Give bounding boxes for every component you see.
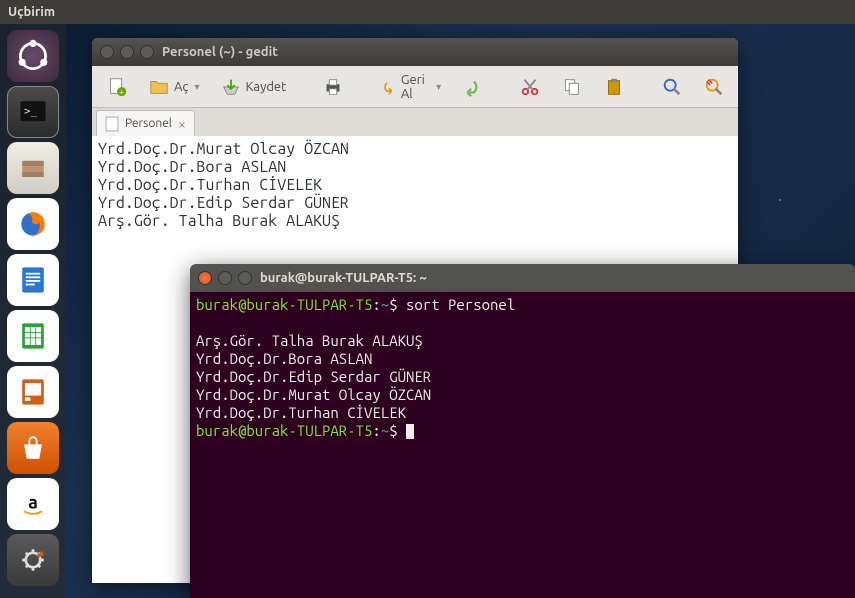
terminal-content[interactable]: burak@burak-TULPAR-T5:~$ sort Personel A… <box>190 292 855 598</box>
open-label: Aç <box>174 80 188 94</box>
svg-text:>_: >_ <box>24 105 37 118</box>
impress-icon <box>15 374 51 410</box>
window-maximize-button[interactable] <box>140 45 154 59</box>
window-buttons <box>100 45 154 59</box>
tab-label: Personel <box>125 117 172 130</box>
window-maximize-button[interactable] <box>238 271 252 285</box>
terminal-output-line: Yrd.Doç.Dr.Bora ASLAN <box>196 350 372 367</box>
window-close-button[interactable] <box>100 45 114 59</box>
launcher-item-calc[interactable] <box>7 310 59 362</box>
new-document-icon: + <box>106 76 128 98</box>
launcher-item-writer[interactable] <box>7 254 59 306</box>
gedit-line: Yrd.Doç.Dr.Edip Serdar GÜNER <box>98 194 349 212</box>
save-label: Kaydet <box>246 80 287 94</box>
launcher-item-firefox[interactable] <box>7 198 59 250</box>
terminal-output-line: Yrd.Doç.Dr.Edip Serdar GÜNER <box>196 368 431 385</box>
search-icon <box>661 76 683 98</box>
print-icon <box>322 76 344 98</box>
save-icon <box>220 76 242 98</box>
copy-icon <box>561 76 583 98</box>
prompt-end: $ <box>389 296 406 313</box>
paste-icon <box>603 76 625 98</box>
terminal-command: sort Personel <box>406 296 515 313</box>
terminal-output-line: Arş.Gör. Talha Burak ALAKUŞ <box>196 332 423 349</box>
find-replace-button[interactable] <box>697 72 731 102</box>
window-buttons <box>198 271 252 285</box>
window-close-button[interactable] <box>198 271 212 285</box>
gedit-line: Yrd.Doç.Dr.Bora ASLAN <box>98 158 286 176</box>
document-icon <box>105 116 119 132</box>
launcher-item-impress[interactable] <box>7 366 59 418</box>
window-minimize-button[interactable] <box>120 45 134 59</box>
gedit-toolbar: + Aç ▾ Kaydet Geri Al ▾ <box>92 66 738 108</box>
scissors-icon <box>519 76 541 98</box>
terminal-icon: >_ <box>15 94 51 130</box>
launcher-item-files[interactable] <box>7 142 59 194</box>
top-panel: Uçbirim <box>0 0 855 24</box>
gedit-line: Arş.Gör. Talha Burak ALAKUŞ <box>98 212 340 230</box>
open-button[interactable]: Aç ▾ <box>142 72 206 102</box>
prompt-path: ~ <box>381 422 389 439</box>
prompt-user-host: burak@burak-TULPAR-T5 <box>196 296 372 313</box>
undo-icon <box>380 76 397 98</box>
cut-button[interactable] <box>513 72 547 102</box>
save-button[interactable]: Kaydet <box>214 72 293 102</box>
settings-icon <box>15 542 51 578</box>
terminal-output-line: Yrd.Doç.Dr.Murat Olcay ÖZCAN <box>196 386 431 403</box>
launcher-item-amazon[interactable]: a <box>7 478 59 530</box>
firefox-icon <box>15 206 51 242</box>
active-app-title: Uçbirim <box>8 5 55 19</box>
files-icon <box>15 150 51 186</box>
redo-icon <box>461 76 483 98</box>
prompt-end: $ <box>389 422 406 439</box>
gedit-line: Yrd.Doç.Dr.Murat Olcay ÖZCAN <box>98 140 349 158</box>
chevron-down-icon[interactable]: ▾ <box>436 81 441 93</box>
redo-button[interactable] <box>455 72 489 102</box>
prompt-sep: : <box>372 296 380 313</box>
terminal-cursor <box>406 424 414 439</box>
prompt-path: ~ <box>381 296 389 313</box>
terminal-titlebar[interactable]: burak@burak-TULPAR-T5: ~ <box>190 264 855 292</box>
terminal-window: burak@burak-TULPAR-T5: ~ burak@burak-TUL… <box>190 264 855 598</box>
gedit-tabbar: Personel × <box>92 108 738 136</box>
gedit-tab[interactable]: Personel × <box>96 110 195 136</box>
undo-label: Geri Al <box>401 73 430 101</box>
software-center-icon <box>15 430 51 466</box>
launcher-item-terminal[interactable]: >_ <box>7 86 59 138</box>
calc-icon <box>15 318 51 354</box>
prompt-user-host: burak@burak-TULPAR-T5 <box>196 422 372 439</box>
tab-close-icon[interactable]: × <box>178 116 186 132</box>
gedit-title-text: Personel (~) - gedit <box>162 45 278 59</box>
svg-text:+: + <box>119 86 124 96</box>
terminal-title-text: burak@burak-TULPAR-T5: ~ <box>260 271 427 285</box>
writer-icon <box>15 262 51 298</box>
chevron-down-icon[interactable]: ▾ <box>194 81 199 93</box>
launcher-item-settings[interactable] <box>7 534 59 586</box>
new-document-button[interactable]: + <box>100 72 134 102</box>
find-button[interactable] <box>655 72 689 102</box>
gedit-titlebar[interactable]: Personel (~) - gedit <box>92 38 738 66</box>
ubuntu-icon <box>15 38 51 74</box>
launcher-item-software-center[interactable] <box>7 422 59 474</box>
gedit-line: Yrd.Doç.Dr.Turhan CİVELEK <box>98 176 322 194</box>
terminal-output-line: Yrd.Doç.Dr.Turhan CİVELEK <box>196 404 406 421</box>
folder-open-icon <box>148 76 170 98</box>
svg-text:a: a <box>28 493 38 513</box>
unity-launcher: >_ a <box>0 24 66 598</box>
launcher-item-dash[interactable] <box>7 30 59 82</box>
amazon-icon: a <box>15 486 51 522</box>
window-minimize-button[interactable] <box>218 271 232 285</box>
paste-button[interactable] <box>597 72 631 102</box>
find-replace-icon <box>703 76 725 98</box>
prompt-sep: : <box>372 422 380 439</box>
print-button[interactable] <box>316 72 350 102</box>
copy-button[interactable] <box>555 72 589 102</box>
undo-button[interactable]: Geri Al ▾ <box>374 69 447 105</box>
